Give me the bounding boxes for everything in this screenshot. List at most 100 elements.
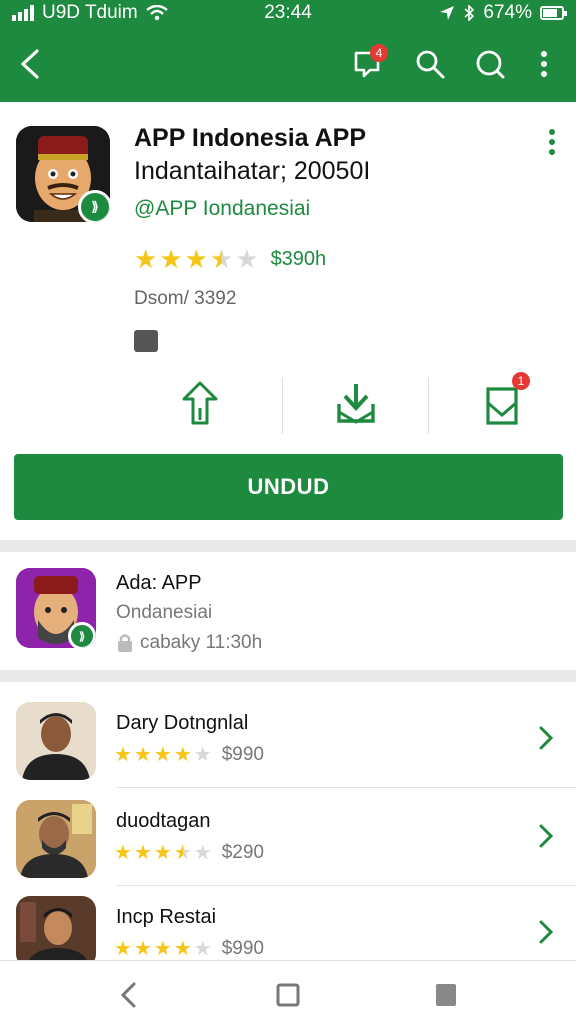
chevron-right-icon bbox=[539, 920, 554, 944]
star-icon: ★ bbox=[114, 842, 132, 864]
bookmark-badge: 1 bbox=[512, 372, 530, 390]
list-item-price: $990 bbox=[221, 938, 264, 959]
star-icon: ★ bbox=[134, 244, 158, 274]
search-alt-button[interactable] bbox=[466, 40, 514, 88]
more-vert-icon bbox=[549, 129, 555, 155]
list-item-meta: ★ ★ ★ ★ ★ $990 bbox=[114, 938, 264, 960]
notifications-button[interactable]: 4 bbox=[344, 40, 392, 88]
open-item-button[interactable] bbox=[534, 724, 558, 752]
search-alt-icon bbox=[476, 50, 505, 79]
star-icon: ★ bbox=[114, 938, 132, 960]
list-item-price: $990 bbox=[221, 744, 264, 765]
list-item-name: duodtagan bbox=[116, 810, 211, 832]
status-bar: U9D Tduim 23:44 674% bbox=[0, 0, 576, 26]
verified-badge-icon: ⟫ bbox=[68, 622, 96, 648]
avatar-photo bbox=[16, 702, 96, 780]
search-button[interactable] bbox=[406, 40, 454, 88]
list-item[interactable]: duodtagan ★ ★ ★ ★ ★ $290 bbox=[0, 788, 576, 886]
star-empty-icon: ★ bbox=[193, 842, 212, 864]
action-row: 1 bbox=[130, 370, 576, 436]
star-icon: ★ bbox=[184, 244, 208, 274]
featured-app-icon[interactable]: ⟫ bbox=[16, 568, 96, 648]
star-empty-icon: ★ bbox=[235, 244, 259, 274]
star-half-icon: ★ bbox=[209, 244, 234, 274]
install-button[interactable]: UNDUD bbox=[14, 454, 563, 520]
star-icon: ★ bbox=[133, 938, 152, 960]
nav-home-icon bbox=[276, 983, 300, 1007]
star-icon: ★ bbox=[173, 744, 192, 766]
featured-app-time-text: cabaky 11:30h bbox=[140, 632, 263, 653]
more-vert-icon bbox=[541, 51, 547, 77]
search-icon bbox=[416, 50, 445, 79]
section-separator bbox=[0, 670, 576, 682]
star-icon: ★ bbox=[114, 744, 132, 766]
verified-badge-icon: ⟫ bbox=[78, 190, 110, 222]
star-icon: ★ bbox=[153, 744, 172, 766]
list-item-rating: ★ ★ ★ ★ ★ bbox=[114, 745, 212, 765]
nav-recent-icon bbox=[436, 984, 456, 1006]
bookmark-button[interactable]: 1 bbox=[432, 370, 572, 436]
list-item-price: $290 bbox=[221, 842, 264, 863]
share-button[interactable] bbox=[130, 370, 270, 436]
list-item-meta: ★ ★ ★ ★ ★ $290 bbox=[114, 842, 264, 864]
avatar bbox=[16, 896, 96, 968]
list-item[interactable]: Dary Dotngnlal ★ ★ ★ ★ ★ $990 bbox=[0, 690, 576, 788]
app-price: $390h bbox=[270, 247, 327, 270]
avatar bbox=[16, 800, 96, 878]
open-item-button[interactable] bbox=[534, 822, 558, 850]
notification-badge: 4 bbox=[370, 44, 388, 62]
app-rating-row: ★ ★ ★ ★ ★ $390h bbox=[134, 246, 326, 272]
back-arrow-icon bbox=[21, 49, 39, 79]
app-title: APP Indonesia APP bbox=[134, 124, 367, 152]
list-item-name: Incp Restai bbox=[116, 906, 217, 928]
location-icon bbox=[440, 6, 455, 20]
download-button[interactable] bbox=[286, 370, 426, 436]
system-nav-bar bbox=[0, 960, 576, 1025]
avatar-photo bbox=[16, 896, 96, 968]
list-item-rating: ★ ★ ★ ★ ★ bbox=[114, 939, 212, 959]
nav-recent-button[interactable] bbox=[426, 977, 466, 1013]
action-divider bbox=[428, 378, 429, 434]
back-button[interactable] bbox=[6, 40, 54, 88]
star-empty-icon: ★ bbox=[193, 938, 212, 960]
star-icon: ★ bbox=[173, 938, 192, 960]
list-item-name: Dary Dotngnlal bbox=[116, 712, 249, 734]
developer-link[interactable]: @APP Iondanesiai bbox=[134, 197, 310, 221]
share-icon bbox=[182, 381, 218, 425]
app-star-rating: ★ ★ ★ ★ ★ bbox=[134, 246, 259, 272]
star-half-icon: ★ bbox=[173, 842, 192, 864]
nav-home-button[interactable] bbox=[268, 977, 308, 1013]
app-more-button[interactable] bbox=[542, 128, 562, 156]
star-icon: ★ bbox=[133, 842, 152, 864]
overflow-menu-button[interactable] bbox=[520, 40, 568, 88]
featured-app-time: cabaky 11:30h bbox=[116, 632, 262, 654]
action-divider bbox=[282, 378, 283, 434]
chevron-right-icon bbox=[539, 824, 554, 848]
featured-app-title: Ada: APP bbox=[116, 572, 202, 594]
star-icon: ★ bbox=[159, 244, 183, 274]
nav-back-button[interactable] bbox=[108, 977, 148, 1013]
nav-back-icon bbox=[120, 982, 136, 1008]
star-icon: ★ bbox=[153, 938, 172, 960]
chevron-right-icon bbox=[539, 726, 554, 750]
star-icon: ★ bbox=[153, 842, 172, 864]
lock-icon bbox=[118, 634, 132, 652]
battery-percent: 674% bbox=[483, 2, 532, 23]
list-item-meta: ★ ★ ★ ★ ★ $990 bbox=[114, 744, 264, 766]
battery-icon bbox=[540, 6, 567, 20]
open-item-button[interactable] bbox=[534, 918, 558, 946]
download-count: Dsom/ 3392 bbox=[134, 288, 237, 309]
list-item-rating: ★ ★ ★ ★ ★ bbox=[114, 843, 212, 863]
app-subtitle: Indantaihatar; 20050I bbox=[134, 157, 371, 185]
star-empty-icon: ★ bbox=[193, 744, 212, 766]
avatar bbox=[16, 702, 96, 780]
avatar-photo bbox=[16, 800, 96, 878]
bluetooth-icon bbox=[464, 5, 475, 21]
download-icon bbox=[337, 384, 375, 424]
featured-app-developer: Ondanesiai bbox=[116, 602, 213, 623]
app-toolbar: 4 bbox=[0, 26, 576, 102]
star-icon: ★ bbox=[133, 744, 152, 766]
app-icon[interactable]: ⟫ bbox=[16, 126, 110, 222]
content-rating-icon bbox=[134, 330, 158, 352]
section-separator bbox=[0, 540, 576, 552]
